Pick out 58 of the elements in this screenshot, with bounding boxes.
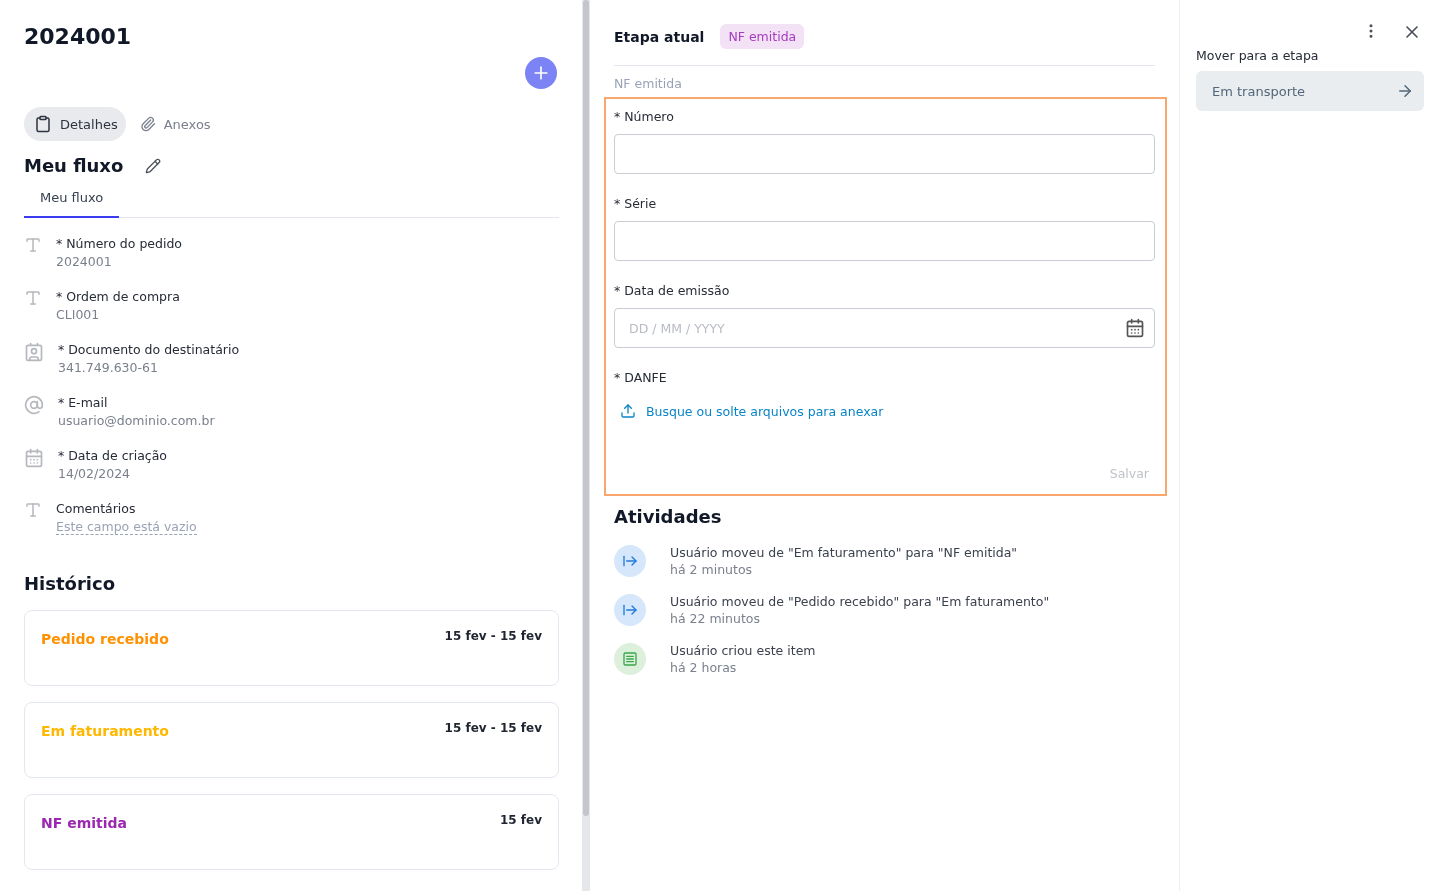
form-label: * Série bbox=[614, 196, 658, 211]
stage-name: NF emitida bbox=[41, 815, 127, 831]
section-title: Histórico bbox=[24, 573, 116, 594]
card-icon bbox=[614, 643, 646, 675]
flow-tab[interactable]: Meu fluxo bbox=[24, 184, 120, 218]
date-range: 15 fev - 15 fev bbox=[444, 629, 542, 643]
paperclip-icon bbox=[139, 116, 156, 132]
field-label: * Data de criação bbox=[58, 448, 167, 463]
tab[interactable]: Detalhes bbox=[24, 107, 126, 141]
section-title: Atividades bbox=[614, 506, 723, 527]
field-value: 14/02/2024 bbox=[58, 466, 132, 481]
field-label: Comentários bbox=[56, 501, 137, 516]
text-size-icon bbox=[24, 289, 42, 307]
field-value: 341.749.630-61 bbox=[58, 360, 159, 375]
field-value: usuario@dominio.com.br bbox=[58, 413, 215, 428]
activity-time: há 2 minutos bbox=[670, 562, 754, 577]
upload-icon bbox=[620, 403, 636, 419]
upload-link[interactable]: Busque ou solte arquivos para anexar bbox=[614, 395, 890, 427]
clipboard-icon bbox=[34, 115, 52, 133]
activity-text: Usuário moveu de "Em faturamento" para "NF emitida" bbox=[670, 545, 1018, 560]
at-sign-icon bbox=[24, 395, 44, 415]
add-button[interactable] bbox=[525, 57, 557, 89]
input-field[interactable] bbox=[614, 134, 1155, 174]
field-value: CLI001 bbox=[56, 307, 101, 322]
activity-text: Usuário moveu de "Pedido recebido" para "Em faturamento" bbox=[670, 594, 1050, 609]
field-label: * Número do pedido bbox=[56, 236, 183, 251]
activity-text: Usuário criou este item bbox=[670, 643, 816, 658]
field-value: 2024001 bbox=[56, 254, 113, 269]
section-title: Meu fluxo bbox=[24, 155, 124, 176]
id-card-icon bbox=[24, 342, 44, 362]
date-field[interactable]: DD / MM / YYYY bbox=[614, 308, 1155, 348]
move-stage-button[interactable]: Em transporte bbox=[1196, 71, 1424, 111]
text-size-icon bbox=[24, 236, 42, 254]
stage-name: Pedido recebido bbox=[41, 631, 169, 647]
calendar-icon[interactable] bbox=[1125, 318, 1145, 338]
text-size-icon bbox=[24, 501, 42, 519]
date-range: 15 fev bbox=[499, 813, 542, 827]
tab[interactable]: Anexos bbox=[129, 107, 219, 141]
field-label: * Ordem de compra bbox=[56, 289, 180, 304]
stage-name: Em faturamento bbox=[41, 723, 169, 739]
activity-time: há 22 minutos bbox=[670, 611, 761, 626]
arrow-right-icon bbox=[1396, 82, 1414, 100]
move-label: Mover para a etapa bbox=[1196, 48, 1320, 63]
stage-label: Etapa atual bbox=[614, 28, 705, 45]
stage-badge: NF emitida bbox=[720, 24, 805, 49]
field-label: * E-mail bbox=[58, 395, 109, 410]
section-label: NF emitida bbox=[614, 76, 683, 91]
calendar-icon bbox=[24, 448, 44, 468]
field-value[interactable]: Este campo está vazio bbox=[56, 519, 197, 535]
field-label: * Documento do destinatário bbox=[58, 342, 240, 357]
date-range: 15 fev - 15 fev bbox=[444, 721, 542, 735]
form-label: * DANFE bbox=[614, 370, 668, 385]
item-title: 2024001 bbox=[24, 24, 133, 49]
activity-time: há 2 horas bbox=[670, 660, 738, 675]
input-field[interactable] bbox=[614, 221, 1155, 261]
form-label: * Data de emissão bbox=[614, 283, 731, 298]
form-label: * Número bbox=[614, 109, 675, 124]
scrollbar[interactable] bbox=[583, 0, 589, 816]
